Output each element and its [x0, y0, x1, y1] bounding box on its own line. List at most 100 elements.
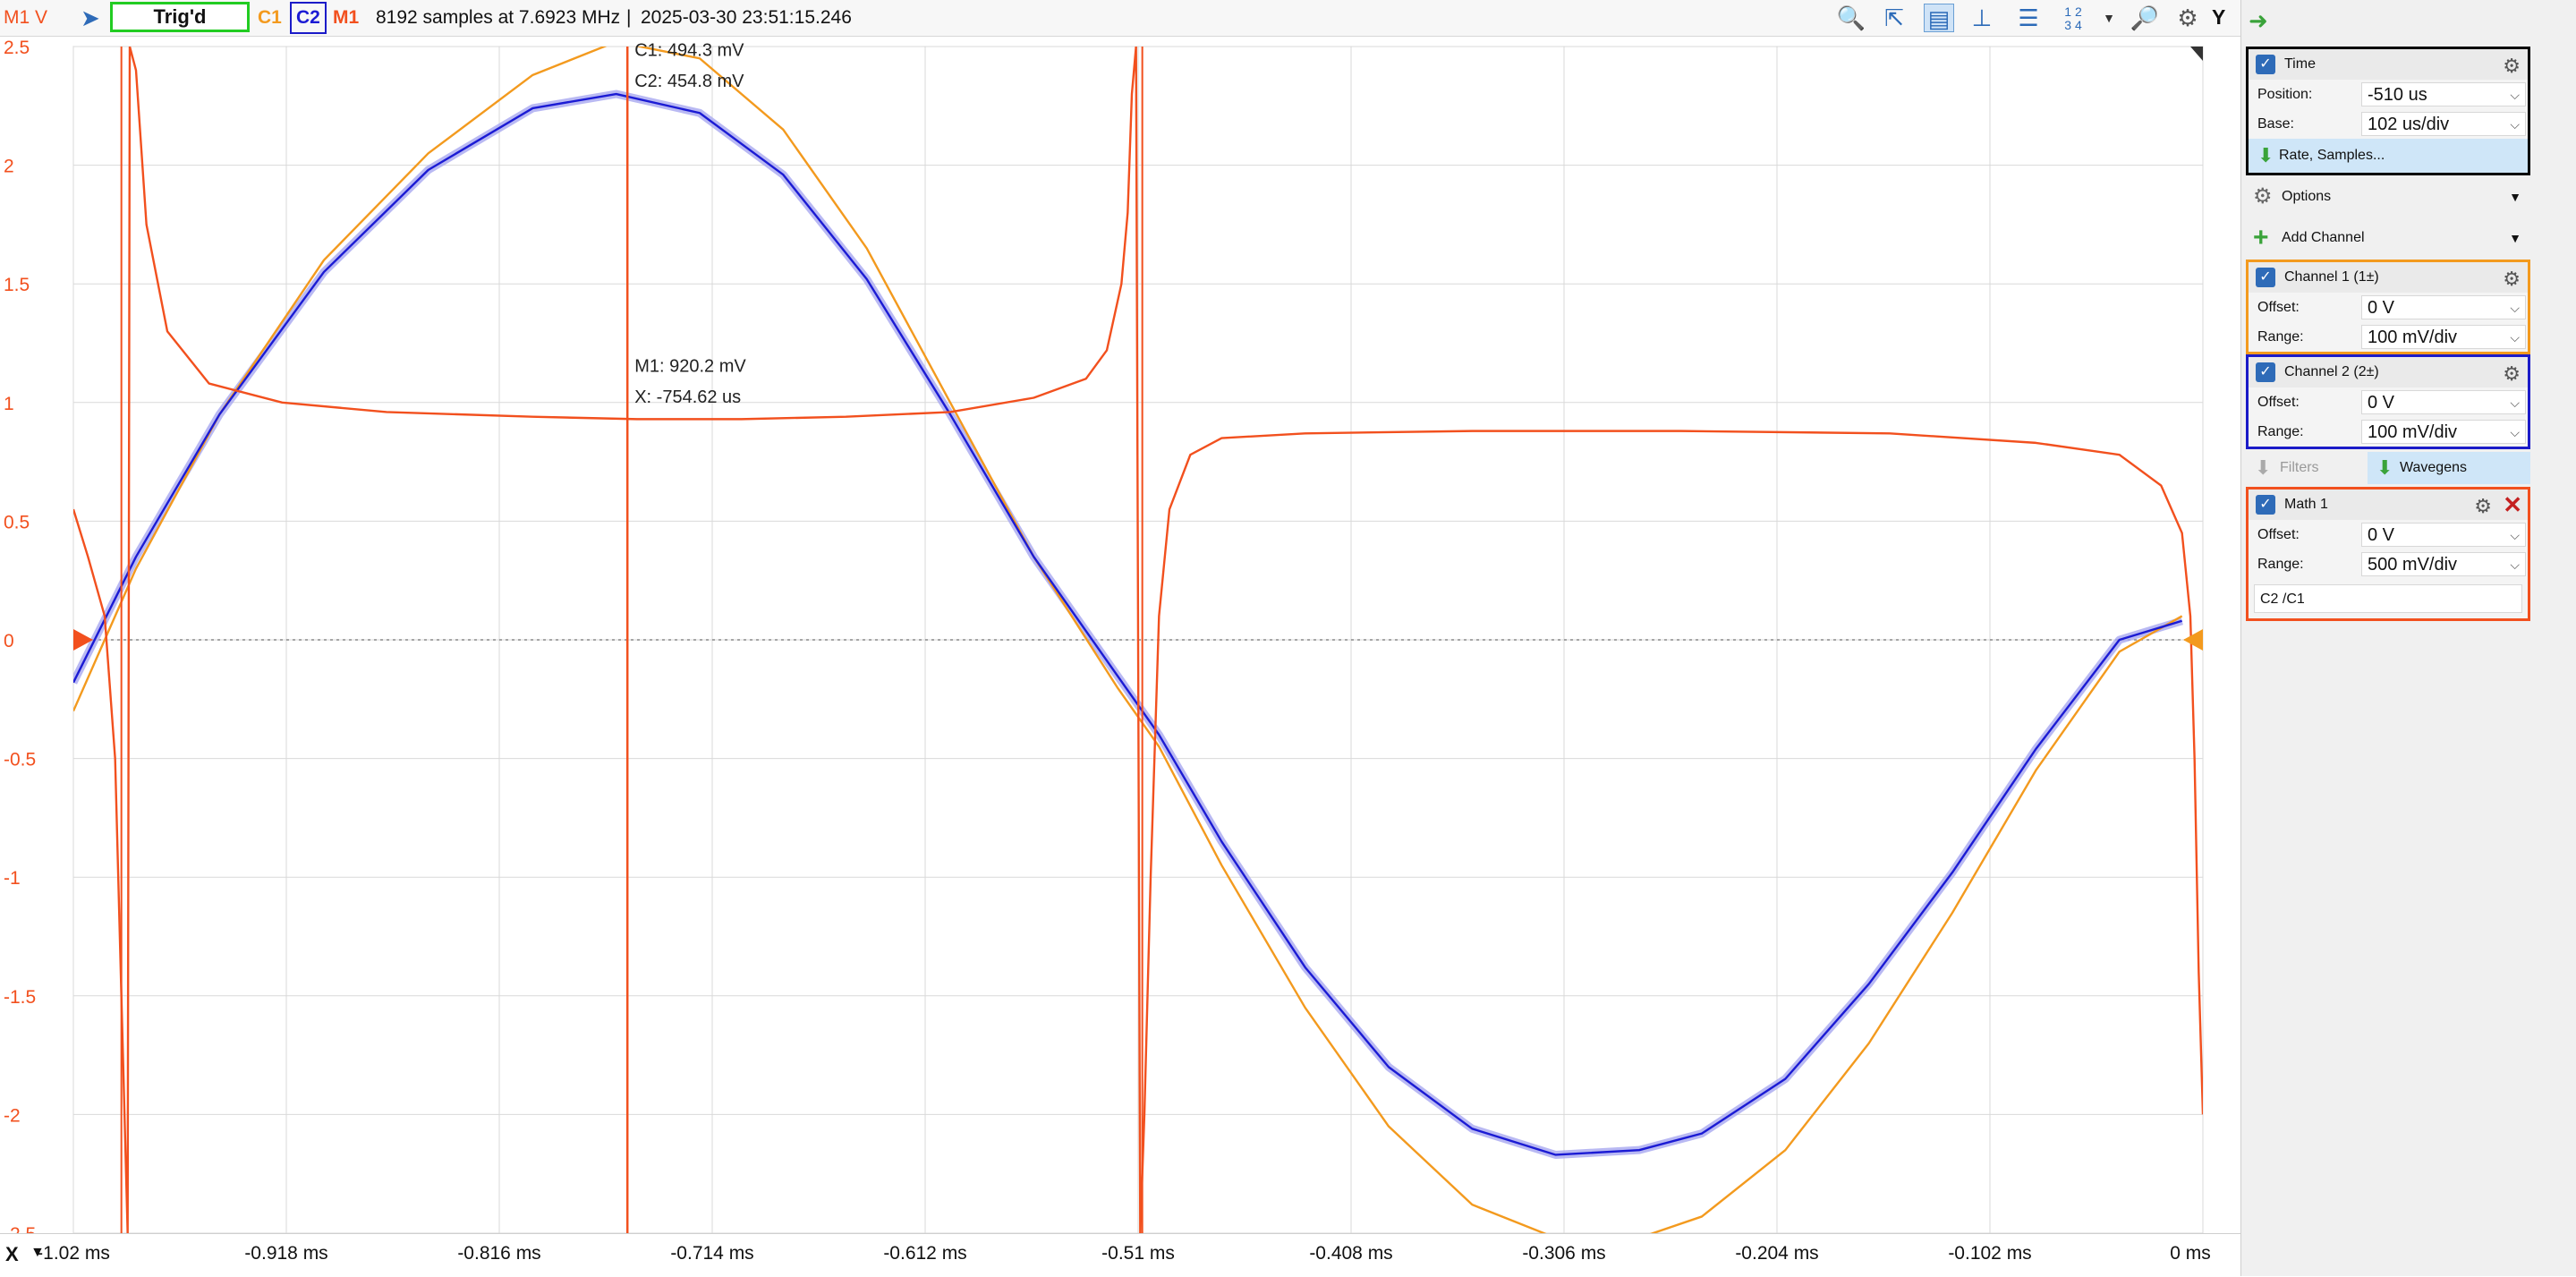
- channel2-offset-field[interactable]: 0 V ⌵: [2361, 390, 2526, 414]
- position-label: Position:: [2257, 87, 2313, 102]
- y-tick-label: -2: [4, 1105, 21, 1126]
- chevron-down-icon: ⌵: [2510, 88, 2520, 102]
- c1-tag[interactable]: C1: [258, 0, 282, 36]
- channel2-panel: ✓ Channel 2 (2±) ⚙ Offset: 0 V ⌵ Range: 1…: [2246, 354, 2530, 449]
- horizontal-cursor-icon[interactable]: ▤: [1924, 4, 1954, 32]
- chevron-down-icon: ⌵: [2510, 558, 2520, 572]
- y-tick-label: 0.5: [4, 512, 30, 532]
- rate-samples-label: Rate, Samples...: [2279, 148, 2385, 163]
- x-tick-label: -0.714 ms: [670, 1243, 754, 1264]
- channel1-checkbox-icon[interactable]: ✓: [2256, 268, 2275, 287]
- channel1-offset-row: Offset: 0 V ⌵: [2249, 293, 2528, 322]
- trigger-status: Trig'd: [110, 2, 250, 32]
- wavegens-tab[interactable]: ⬇ Wavegens: [2368, 452, 2530, 484]
- cursor-icon[interactable]: ⇱: [1879, 4, 1909, 32]
- acquisition-timestamp: 2025-03-30 23:51:15.246: [641, 7, 852, 28]
- offset-value: 0 V: [2368, 393, 2395, 413]
- position-field[interactable]: -510 us ⌵: [2361, 82, 2526, 106]
- cursor-readout: C2: 454.8 mV: [634, 72, 744, 91]
- numbered-cursors-icon[interactable]: 1 23 4: [2058, 4, 2088, 32]
- x-tick-label: -0.51 ms: [1101, 1243, 1175, 1264]
- y-tick-label: -1: [4, 868, 21, 889]
- x-tick-label: -0.408 ms: [1309, 1243, 1393, 1264]
- base-label: Base:: [2257, 116, 2294, 132]
- math1-panel: ✓ Math 1 ⚙ ✕ Offset: 0 V ⌵ Range: 500 mV/…: [2246, 487, 2530, 621]
- x-tick-label: -0.204 ms: [1735, 1243, 1819, 1264]
- options-gear-icon: ⚙: [2253, 184, 2273, 209]
- settings-icon[interactable]: ⚙: [2172, 4, 2203, 32]
- down-arrow-icon: ⬇: [2255, 456, 2272, 479]
- green-arrow-right-icon[interactable]: ➜: [2249, 7, 2268, 35]
- range-value: 100 mV/div: [2368, 422, 2458, 442]
- separator: |: [626, 7, 632, 28]
- gear-icon[interactable]: ⚙: [2503, 264, 2521, 294]
- measure-icon[interactable]: ☰: [2013, 4, 2044, 32]
- chevron-down-icon: ▼: [2509, 231, 2521, 245]
- math-expression-field[interactable]: C2 /C1: [2254, 584, 2522, 613]
- zoom-fit-icon[interactable]: 🔎: [2130, 4, 2160, 32]
- offset-value: 0 V: [2368, 298, 2395, 318]
- m1-tag[interactable]: M1: [333, 0, 359, 36]
- x-tick-label: -0.102 ms: [1948, 1243, 2032, 1264]
- play-chevron-icon[interactable]: ➤: [81, 0, 100, 36]
- channel2-range-field[interactable]: 100 mV/div ⌵: [2361, 420, 2526, 444]
- math1-offset-row: Offset: 0 V ⌵: [2249, 520, 2528, 549]
- math1-range-field[interactable]: 500 mV/div ⌵: [2361, 552, 2526, 576]
- time-checkbox-icon[interactable]: ✓: [2256, 55, 2275, 74]
- oscilloscope-plot[interactable]: 2.5 2 1.5 1 0.5 0 -0.5 -1 -1.5 -2 -2.5 C1: 494.3 mV…: [0, 36, 2240, 1233]
- zoom-icon[interactable]: 🔍: [1836, 4, 1866, 32]
- math1-header: ✓ Math 1 ⚙ ✕: [2249, 490, 2528, 520]
- channel2-checkbox-icon[interactable]: ✓: [2256, 362, 2275, 382]
- chevron-down-icon: ⌵: [2510, 396, 2520, 410]
- close-icon[interactable]: ✕: [2503, 490, 2522, 520]
- add-channel-button[interactable]: + Add Channel ▼: [2246, 220, 2530, 256]
- vertical-cursor-icon[interactable]: ⊥: [1967, 4, 1997, 32]
- gear-icon[interactable]: ⚙: [2503, 359, 2521, 389]
- cursor-readout: M1: 920.2 mV: [634, 356, 746, 376]
- position-value: -510 us: [2368, 85, 2427, 105]
- time-base-row: Base: 102 us/div ⌵: [2249, 109, 2528, 139]
- gear-icon[interactable]: ⚙: [2503, 51, 2521, 81]
- chevron-down-icon: ⌵: [2510, 528, 2520, 542]
- filters-tab[interactable]: ⬇ Filters: [2246, 452, 2367, 484]
- filters-label: Filters: [2280, 460, 2319, 475]
- channel2-title: Channel 2 (2±): [2284, 364, 2379, 379]
- offset-value: 0 V: [2368, 525, 2395, 545]
- x-tick-label: -0.306 ms: [1522, 1243, 1606, 1264]
- x-axis-button[interactable]: X: [5, 1243, 19, 1266]
- math1-checkbox-icon[interactable]: ✓: [2256, 495, 2275, 515]
- chevron-down-icon: ⌵: [2510, 117, 2520, 132]
- y-tick-label: -1.5: [4, 987, 36, 1008]
- channel2-range-row: Range: 100 mV/div ⌵: [2249, 417, 2528, 447]
- base-field[interactable]: 102 us/div ⌵: [2361, 112, 2526, 136]
- c2-tag[interactable]: C2: [290, 2, 327, 34]
- time-panel: ✓ Time ⚙ Position: -510 us ⌵ Base: 102 us…: [2246, 47, 2530, 175]
- time-position-row: Position: -510 us ⌵: [2249, 80, 2528, 109]
- y-axis-button[interactable]: Y: [2212, 5, 2225, 30]
- y-tick-label: 0: [4, 631, 14, 651]
- gear-icon[interactable]: ⚙: [2474, 491, 2492, 522]
- x-tick-label: -0.918 ms: [244, 1243, 328, 1264]
- math1-offset-field[interactable]: 0 V ⌵: [2361, 523, 2526, 547]
- channel1-title: Channel 1 (1±): [2284, 269, 2379, 285]
- green-down-arrow-icon: ⬇: [2257, 144, 2274, 166]
- acquisition-info: 8192 samples at 7.6923 MHz: [376, 7, 621, 28]
- y-tick-label: 1.5: [4, 275, 30, 295]
- x-tick-label: -0.612 ms: [883, 1243, 967, 1264]
- dropdown-arrow-icon[interactable]: ▼: [2094, 4, 2124, 32]
- channel2-offset-row: Offset: 0 V ⌵: [2249, 387, 2528, 417]
- range-value: 500 mV/div: [2368, 555, 2458, 575]
- rate-samples-button[interactable]: ⬇ Rate, Samples...: [2249, 139, 2528, 173]
- y-axis-unit-label: M1 V: [4, 7, 48, 28]
- chevron-down-icon: ⌵: [2510, 330, 2520, 345]
- channel1-offset-field[interactable]: 0 V ⌵: [2361, 295, 2526, 319]
- cursor-readout: C1: 494.3 mV: [634, 41, 744, 61]
- channel1-range-field[interactable]: 100 mV/div ⌵: [2361, 325, 2526, 349]
- x-tick-label: 0 ms: [2170, 1243, 2211, 1264]
- options-button[interactable]: ⚙ Options ▼: [2246, 179, 2530, 215]
- time-title: Time: [2284, 56, 2316, 72]
- y-tick-label: -0.5: [4, 750, 36, 770]
- y-tick-label: 2: [4, 157, 14, 177]
- channel2-header: ✓ Channel 2 (2±) ⚙: [2249, 357, 2528, 387]
- chevron-down-icon: ▼: [2509, 190, 2521, 204]
